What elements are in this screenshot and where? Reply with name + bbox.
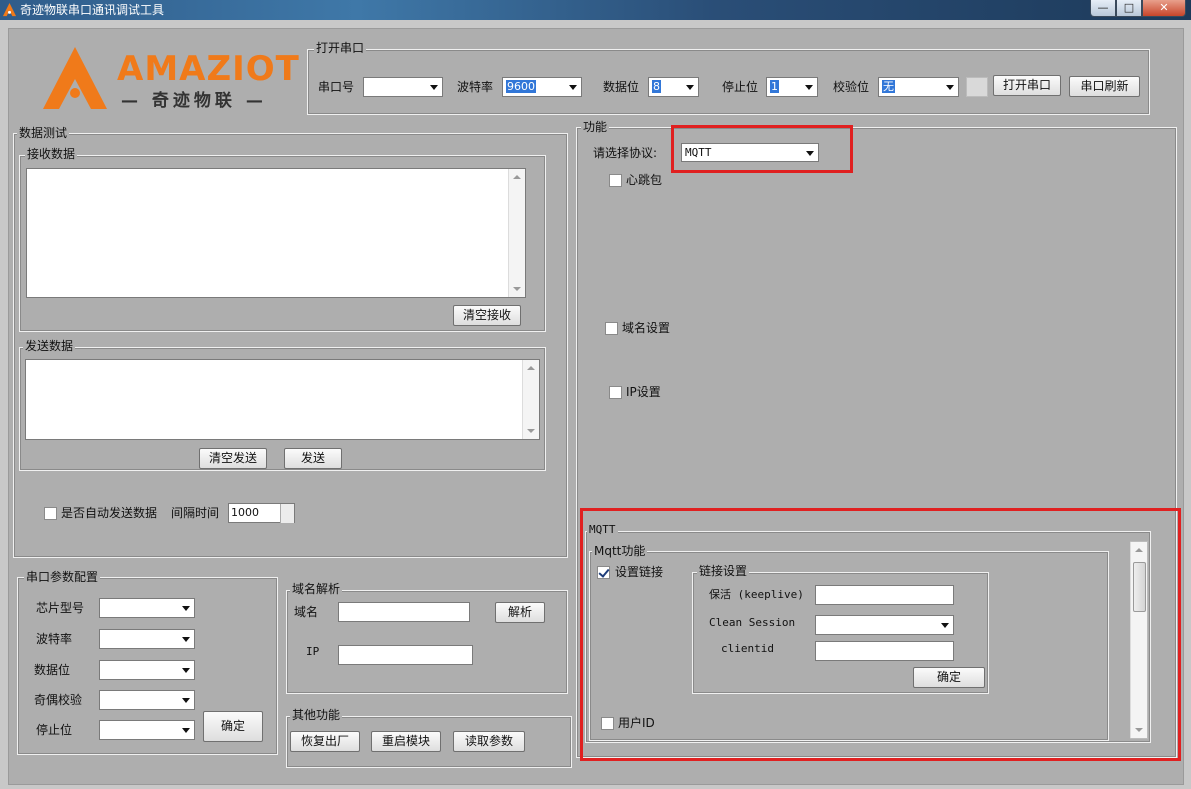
ip-label: IP <box>306 645 320 658</box>
auto-send-checkbox[interactable] <box>44 507 57 520</box>
send-scrollbar[interactable] <box>522 360 539 439</box>
open-port-button[interactable]: 打开串口 <box>993 75 1061 96</box>
send-title: 发送数据 <box>23 339 76 353</box>
ip-setting-label: IP设置 <box>626 385 661 399</box>
interval-input[interactable]: 1000 <box>228 503 295 523</box>
spin-down-icon[interactable] <box>280 513 294 523</box>
factory-reset-button[interactable]: 恢复出厂 <box>290 731 360 752</box>
minimize-button[interactable]: — <box>1090 0 1116 17</box>
read-params-button[interactable]: 读取参数 <box>453 731 525 752</box>
chevron-down-icon <box>686 85 694 90</box>
other-title: 其他功能 <box>290 708 343 722</box>
serial-open-title: 打开串口 <box>314 41 367 55</box>
port-label: 串口号 <box>318 80 355 94</box>
config-stopbits-select[interactable] <box>99 720 195 740</box>
ip-setting-checkbox[interactable] <box>609 386 622 399</box>
data-test-title: 数据测试 <box>17 126 70 140</box>
auto-send-label: 是否自动发送数据 <box>61 506 158 520</box>
chevron-down-icon <box>182 668 190 673</box>
domain-setting-label: 域名设置 <box>622 321 671 335</box>
receive-title: 接收数据 <box>25 147 78 161</box>
domain-input[interactable] <box>338 602 470 622</box>
stopbits-select[interactable]: 1 <box>766 77 818 97</box>
receive-scrollbar[interactable] <box>508 169 525 297</box>
highlight-mqtt <box>580 508 1181 761</box>
config-baud-select[interactable] <box>99 629 195 649</box>
config-stopbits-label: 停止位 <box>36 723 73 737</box>
close-button[interactable]: ✕ <box>1142 0 1186 17</box>
config-parity-select[interactable] <box>99 690 195 710</box>
parity-select[interactable]: 无 <box>878 77 959 97</box>
port-select[interactable] <box>363 77 443 97</box>
function-title: 功能 <box>581 120 610 134</box>
title-bar: 奇迹物联串口通讯调试工具 — □ ✕ <box>0 0 1191 20</box>
config-baud-label: 波特率 <box>36 632 73 646</box>
domain-setting-checkbox[interactable] <box>605 322 618 335</box>
chevron-down-icon <box>182 606 190 611</box>
app-logo-icon <box>2 2 17 17</box>
dns-title: 域名解析 <box>290 582 343 596</box>
brand-name: AMAZIOT <box>117 49 300 89</box>
chevron-down-icon <box>805 85 813 90</box>
window-title: 奇迹物联串口通讯调试工具 <box>20 3 165 17</box>
config-databits-label: 数据位 <box>34 663 71 677</box>
restart-module-button[interactable]: 重启模块 <box>371 731 441 752</box>
send-textarea[interactable] <box>25 359 540 440</box>
baud-label: 波特率 <box>457 80 494 94</box>
databits-label: 数据位 <box>603 80 640 94</box>
status-indicator <box>966 77 988 97</box>
heartbeat-label: 心跳包 <box>626 173 663 187</box>
main-client-area: AMAZIOT — 奇迹物联 — 打开串口 串口号 波特率 9600 数据位 8… <box>8 28 1184 785</box>
chevron-down-icon <box>946 85 954 90</box>
chevron-down-icon <box>182 728 190 733</box>
clear-send-button[interactable]: 清空发送 <box>199 448 267 469</box>
stopbits-label: 停止位 <box>722 80 759 94</box>
chevron-down-icon <box>430 85 438 90</box>
config-databits-select[interactable] <box>99 660 195 680</box>
chevron-down-icon <box>182 698 190 703</box>
chip-select[interactable] <box>99 598 195 618</box>
receive-textarea[interactable] <box>26 168 526 298</box>
interval-label: 间隔时间 <box>171 506 220 520</box>
baud-select[interactable]: 9600 <box>502 77 582 97</box>
chevron-down-icon <box>182 637 190 642</box>
databits-select[interactable]: 8 <box>648 77 699 97</box>
domain-label: 域名 <box>294 605 319 619</box>
send-button[interactable]: 发送 <box>284 448 342 469</box>
config-confirm-button[interactable]: 确定 <box>203 711 263 742</box>
parity-label: 校验位 <box>833 80 870 94</box>
ip-input[interactable] <box>338 645 473 665</box>
clear-receive-button[interactable]: 清空接收 <box>453 305 521 326</box>
maximize-button[interactable]: □ <box>1116 0 1142 17</box>
highlight-protocol <box>671 125 853 173</box>
heartbeat-checkbox[interactable] <box>609 174 622 187</box>
brand-tagline: — 奇迹物联 — <box>121 91 267 111</box>
serial-config-title: 串口参数配置 <box>24 570 101 584</box>
chip-label: 芯片型号 <box>36 601 85 615</box>
protocol-label: 请选择协议: <box>593 146 658 160</box>
config-parity-label: 奇偶校验 <box>34 693 83 707</box>
chevron-down-icon <box>569 85 577 90</box>
refresh-port-button[interactable]: 串口刷新 <box>1069 76 1140 97</box>
resolve-button[interactable]: 解析 <box>495 602 545 623</box>
